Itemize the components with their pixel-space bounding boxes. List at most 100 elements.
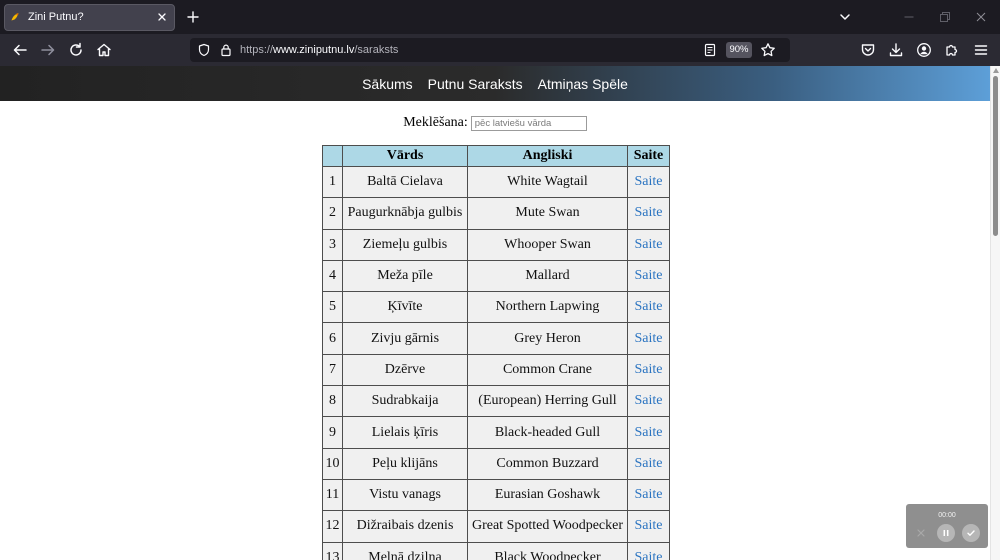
search-row: Meklēšana: [0,114,990,132]
scrollbar-thumb[interactable] [993,76,998,236]
site-navigation: Sākums Putnu Saraksts Atmiņas Spēle [0,66,990,101]
header-saite: Saite [627,145,670,167]
link-cell: Saite [627,228,670,261]
table-row: 7 Dzērve Common Crane Saite [322,353,670,387]
confirm-button[interactable] [962,524,980,542]
link-cell: Saite [627,510,670,543]
home-icon[interactable] [96,42,112,58]
row-number-cell: 8 [322,385,343,418]
english-name-cell: Whooper Swan [467,228,628,261]
header-angliski: Angliski [467,145,628,167]
english-name-cell: Grey Heron [467,322,628,355]
restore-icon[interactable] [939,11,951,23]
bookmark-star-icon[interactable] [760,42,776,58]
link-cell: Saite [627,322,670,355]
table-row: 1 Baltā Cielava White Wagtail Saite [322,165,670,199]
forward-arrow-icon[interactable] [40,42,56,58]
latvian-name-cell: Ziemeļu gulbis [342,228,468,261]
navigation-toolbar: https://www.ziniputnu.lv/saraksts 90% [0,34,1000,66]
scroll-up-arrow-icon[interactable] [993,68,999,73]
close-tab-icon[interactable] [156,11,168,23]
link-cell: Saite [627,165,670,199]
link-cell: Saite [627,385,670,418]
search-input[interactable] [470,115,587,131]
zoom-level-badge[interactable]: 90% [726,42,752,58]
row-number-cell: 11 [322,478,343,512]
row-number-cell: 12 [322,510,343,543]
saite-link[interactable]: Saite [635,518,663,533]
english-name-cell: Mute Swan [467,197,628,230]
latvian-name-cell: Ķīvīte [342,291,468,324]
nav-link-putnu-saraksts[interactable]: Putnu Saraksts [428,75,523,93]
latvian-name-cell: Baltā Cielava [342,165,468,199]
table-row: 3 Ziemeļu gulbis Whooper Swan Saite [322,228,670,261]
minimize-icon[interactable] [903,11,915,23]
saite-link[interactable]: Saite [635,393,663,408]
pocket-icon[interactable] [860,42,876,58]
tab-zini-putnu[interactable]: Zini Putnu? [4,4,175,31]
link-cell: Saite [627,541,670,560]
pause-icon [943,530,949,536]
saite-link[interactable]: Saite [635,299,663,314]
check-icon [967,530,975,536]
latvian-name-cell: Zivju gārnis [342,322,468,355]
reload-icon[interactable] [68,42,84,58]
recorder-time: 00:00 [938,512,956,519]
url-path: /saraksts [354,44,399,56]
english-name-cell: White Wagtail [467,165,628,199]
extensions-icon[interactable] [944,42,960,58]
saite-link[interactable]: Saite [635,331,663,346]
english-name-cell: Common Buzzard [467,447,628,480]
link-cell: Saite [627,447,670,480]
bird-table-body: 1 Baltā Cielava White Wagtail Saite 2 Paugurk… [322,165,670,560]
latvian-name-cell: Dižraibais dzenis [342,510,468,543]
link-cell: Saite [627,478,670,512]
table-row: 11 Vistu vanags Eurasian Goshawk Saite [322,478,670,512]
latvian-name-cell: Peļu klijāns [342,447,468,480]
url-host: www.ziniputnu.lv [273,44,355,56]
english-name-cell: Black-headed Gull [467,416,628,449]
table-row: 10 Peļu klijāns Common Buzzard Saite [322,447,670,480]
close-window-icon[interactable] [975,11,987,23]
link-cell: Saite [627,353,670,387]
saite-link[interactable]: Saite [635,205,663,220]
table-header-row: Vārds Angliski Saite [322,145,670,167]
table-row: 9 Lielais ķīris Black-headed Gull Saite [322,416,670,449]
download-icon[interactable] [888,42,904,58]
table-row: 4 Meža pīle Mallard Saite [322,259,670,293]
account-icon[interactable] [916,42,932,58]
row-number-cell: 7 [322,353,343,387]
nav-link-sakums[interactable]: Sākums [362,75,413,93]
tracking-shield-icon[interactable] [197,43,211,57]
nav-link-atminas-spele[interactable]: Atmiņas Spēle [538,75,628,93]
saite-link[interactable]: Saite [635,174,663,189]
saite-link[interactable]: Saite [635,550,663,560]
lock-icon[interactable] [219,43,233,57]
saite-link[interactable]: Saite [635,425,663,440]
tab-bar: Zini Putnu? [0,0,1000,34]
saite-link[interactable]: Saite [635,237,663,252]
tab-title: Zini Putnu? [28,11,84,23]
row-number-cell: 13 [322,541,343,560]
row-number-cell: 10 [322,447,343,480]
row-number-cell: 3 [322,228,343,261]
saite-link[interactable]: Saite [635,456,663,471]
header-vards: Vārds [342,145,468,167]
menu-icon[interactable] [973,42,989,58]
cancel-icon[interactable] [916,528,926,538]
new-tab-icon[interactable] [187,11,199,23]
web-page: Sākums Putnu Saraksts Atmiņas Spēle Mekl… [0,66,990,560]
back-arrow-icon[interactable] [12,42,28,58]
url-bar[interactable]: https://www.ziniputnu.lv/saraksts 90% [190,38,790,62]
list-all-tabs-chevron-icon[interactable] [839,11,851,23]
english-name-cell: Black Woodpecker [467,541,628,560]
page-scrollbar[interactable] [990,66,1000,560]
latvian-name-cell: Melnā dzilna [342,541,468,560]
saite-link[interactable]: Saite [635,362,663,377]
url-text[interactable]: https://www.ziniputnu.lv/saraksts [240,38,398,62]
pause-button[interactable] [937,524,955,542]
reader-view-icon[interactable] [703,43,717,57]
recorder-widget: 00:00 [906,504,988,548]
saite-link[interactable]: Saite [635,487,663,502]
saite-link[interactable]: Saite [635,268,663,283]
